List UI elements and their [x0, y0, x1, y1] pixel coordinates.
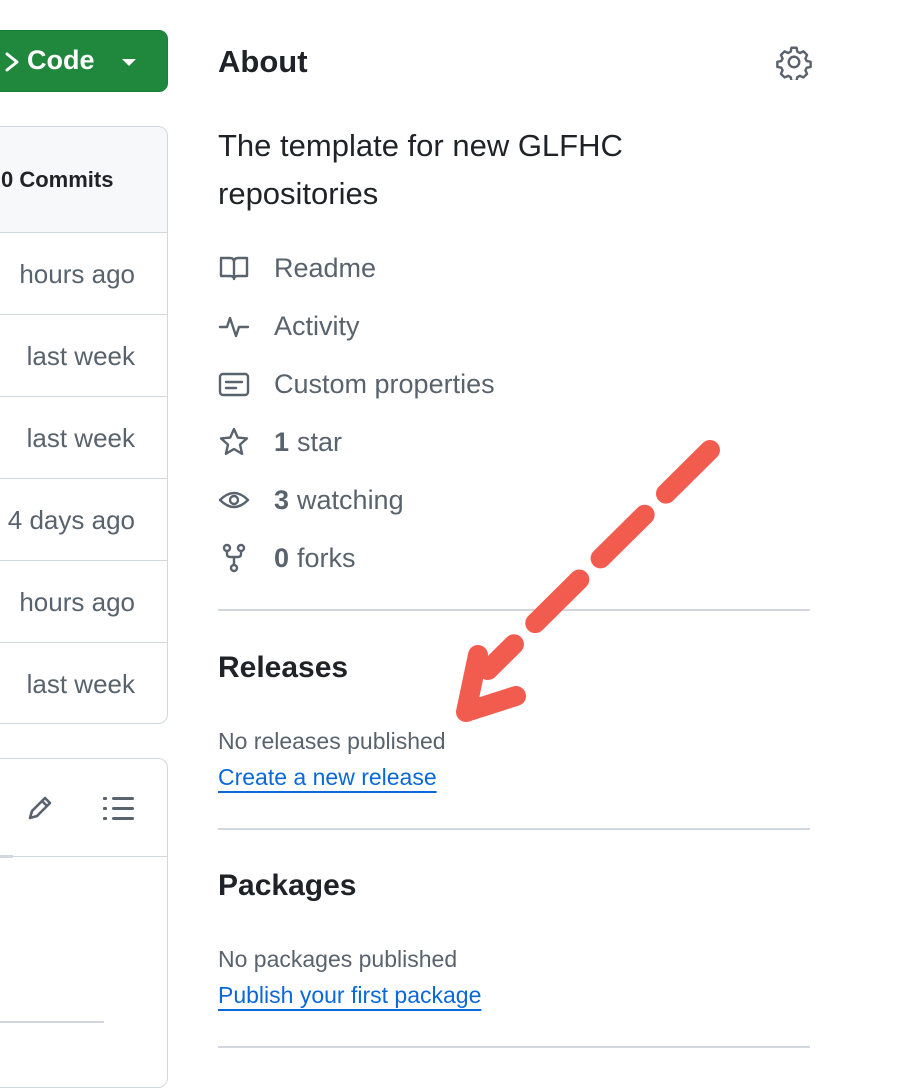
file-row[interactable]: 4 days ago [0, 479, 167, 561]
outline-list-icon[interactable] [103, 795, 135, 823]
file-row-time: last week [26, 423, 135, 453]
readme-panel [0, 758, 168, 1088]
about-heading: About [218, 44, 308, 79]
releases-heading[interactable]: Releases [218, 651, 348, 685]
book-icon [219, 256, 249, 281]
watching-count: 3 [274, 484, 290, 515]
activity-label: Activity [274, 310, 360, 341]
code-button[interactable]: Code [0, 30, 168, 92]
stars-link[interactable]: 1 star [218, 424, 342, 460]
releases-empty-text: No releases published [218, 728, 446, 754]
packages-divider [218, 1046, 810, 1048]
readme-divider [0, 1021, 104, 1023]
star-icon [219, 427, 249, 455]
file-row[interactable]: hours ago [0, 561, 167, 643]
readme-tab-indicator [0, 855, 13, 858]
file-row-time: hours ago [19, 587, 135, 617]
file-row[interactable]: hours ago [0, 233, 167, 315]
stars-label: star [297, 426, 343, 457]
watching-link[interactable]: 3 watching [218, 482, 404, 518]
commits-link[interactable]: 0 Commits [1, 167, 113, 193]
readme-label: Readme [274, 252, 377, 283]
file-row[interactable]: last week [0, 397, 167, 479]
code-button-label: Code [27, 45, 95, 75]
releases-divider [218, 828, 810, 830]
file-row-time: 4 days ago [7, 505, 135, 535]
file-row-time: hours ago [19, 259, 135, 289]
forks-link[interactable]: 0 forks [218, 540, 356, 576]
annotation-arrow [456, 440, 720, 722]
activity-link[interactable]: Activity [218, 308, 360, 344]
file-row-time: last week [26, 669, 135, 699]
file-row-time: last week [26, 341, 135, 371]
packages-empty-text: No packages published [218, 946, 458, 972]
file-row[interactable]: last week [0, 643, 167, 723]
file-list: 0 Commits hours ago last week last week … [0, 126, 168, 724]
readme-header [0, 759, 167, 857]
custom-properties-label: Custom properties [274, 368, 495, 399]
forks-label: forks [297, 542, 356, 573]
file-row[interactable]: last week [0, 315, 167, 397]
gear-icon[interactable] [776, 44, 812, 80]
repo-description: The template for new GLFHC repositories [218, 128, 623, 211]
commits-header: 0 Commits [0, 127, 167, 233]
readme-link[interactable]: Readme [218, 250, 376, 286]
chevron-down-icon [122, 59, 136, 66]
pulse-icon [218, 316, 250, 338]
packages-heading[interactable]: Packages [218, 869, 356, 903]
create-release-link[interactable]: Create a new release [218, 764, 437, 791]
forks-count: 0 [274, 542, 290, 573]
watching-label: watching [297, 484, 404, 515]
stars-count: 1 [274, 426, 290, 457]
note-icon [218, 372, 250, 397]
publish-package-link[interactable]: Publish your first package [218, 982, 481, 1009]
code-chevron-icon [5, 52, 19, 72]
eye-icon [218, 491, 250, 509]
custom-properties-link[interactable]: Custom properties [218, 366, 495, 402]
fork-icon [222, 543, 246, 573]
pencil-icon[interactable] [25, 793, 55, 823]
